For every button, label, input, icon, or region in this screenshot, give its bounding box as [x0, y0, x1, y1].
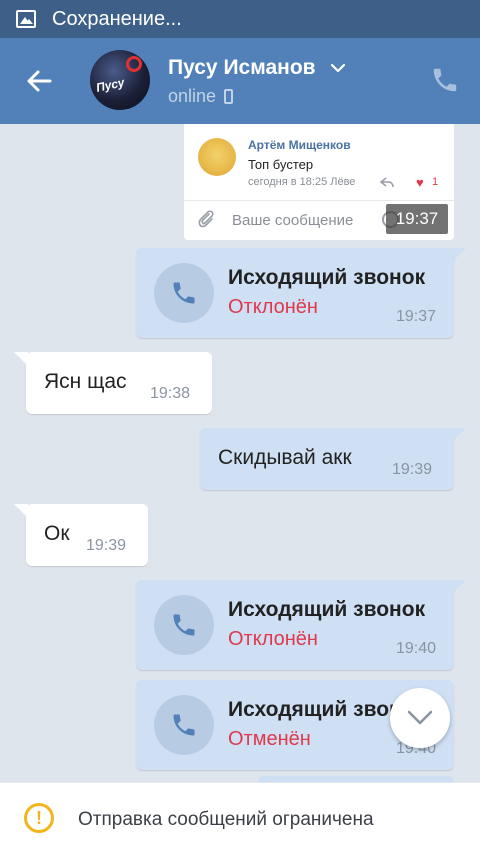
- presence-status: online: [168, 86, 234, 107]
- notification-time: сегодня в 18:25 Лёве: [248, 176, 356, 188]
- chevron-down-icon: [407, 710, 433, 725]
- reply-notification[interactable]: Артём Мищенков Топ бустер сегодня в 18:2…: [184, 124, 454, 240]
- call-title: Исходящий звонок: [228, 266, 426, 289]
- call-icon-circle: [154, 595, 214, 655]
- chevron-down-icon[interactable]: [330, 62, 346, 74]
- call-status: Отменён: [228, 728, 311, 750]
- notification-avatar: [198, 138, 236, 176]
- call-icon-circle: [154, 695, 214, 755]
- avatar-logo-text: Пусу: [94, 75, 126, 95]
- avatar-logo-ring: [126, 56, 142, 72]
- message-time: 19:39: [392, 461, 433, 478]
- bottom-bar: ! Отправка сообщений ограничена: [0, 782, 480, 854]
- mobile-icon: [224, 89, 234, 104]
- restriction-text: Отправка сообщений ограничена: [78, 809, 374, 830]
- message-time: 19:37: [395, 308, 436, 325]
- status-bar: Сохранение...: [0, 0, 480, 38]
- contact-name[interactable]: Пусу Исманов: [168, 56, 316, 80]
- call-title: Исходящий звонок: [228, 598, 426, 621]
- back-arrow-icon: [27, 70, 52, 92]
- call-status: Отклонён: [228, 296, 318, 318]
- likes-count: 1: [432, 176, 439, 188]
- chat-area[interactable]: Артём Мищенков Топ бустер сегодня в 18:2…: [0, 124, 480, 782]
- text-message[interactable]: Скидывай акк 19:39: [200, 428, 466, 490]
- notification-author: Артём Мищенков: [248, 138, 351, 152]
- phone-handset-icon: [173, 614, 195, 636]
- message-text: Ок: [44, 522, 70, 545]
- message-time: 19:38: [150, 385, 191, 402]
- message-text: Ясн щас: [44, 370, 127, 393]
- phone-handset-icon: [173, 714, 195, 736]
- call-title: Исходящий звон: [228, 698, 402, 721]
- image-icon: [16, 10, 36, 28]
- time-overlay: 19:37: [386, 204, 448, 234]
- presence-text: online: [168, 86, 217, 106]
- text-message[interactable]: Ясн щас 19:38: [14, 352, 212, 414]
- message-time: 19:39: [86, 537, 127, 554]
- divider: [184, 200, 454, 201]
- back-button[interactable]: [24, 66, 58, 96]
- call-message[interactable]: Исходящий звонок Отклонён 19:37: [136, 248, 466, 338]
- message-text: Скидывай акк: [218, 446, 352, 469]
- phone-icon: [433, 68, 457, 92]
- call-icon-circle: [154, 263, 214, 323]
- call-button[interactable]: [430, 65, 460, 95]
- call-status: Отклонён: [228, 628, 318, 650]
- scroll-down-button[interactable]: [390, 688, 450, 748]
- chat-header: Пусу Пусу Исманов online: [0, 38, 480, 124]
- paperclip-icon[interactable]: [198, 210, 216, 230]
- warning-icon: !: [24, 803, 54, 833]
- message-time: 19:40: [395, 640, 436, 657]
- text-message[interactable]: Ок 19:39: [14, 504, 148, 566]
- notification-message: Топ бустер: [248, 157, 314, 172]
- call-message[interactable]: Исходящий звонок Отклонён 19:40: [136, 580, 466, 670]
- message-input[interactable]: Ваше сообщение: [232, 212, 353, 229]
- reply-icon[interactable]: [380, 176, 394, 188]
- phone-handset-icon: [173, 282, 195, 304]
- status-text: Сохранение...: [52, 7, 182, 30]
- avatar[interactable]: Пусу: [90, 50, 150, 110]
- heart-icon[interactable]: ♥: [416, 175, 424, 190]
